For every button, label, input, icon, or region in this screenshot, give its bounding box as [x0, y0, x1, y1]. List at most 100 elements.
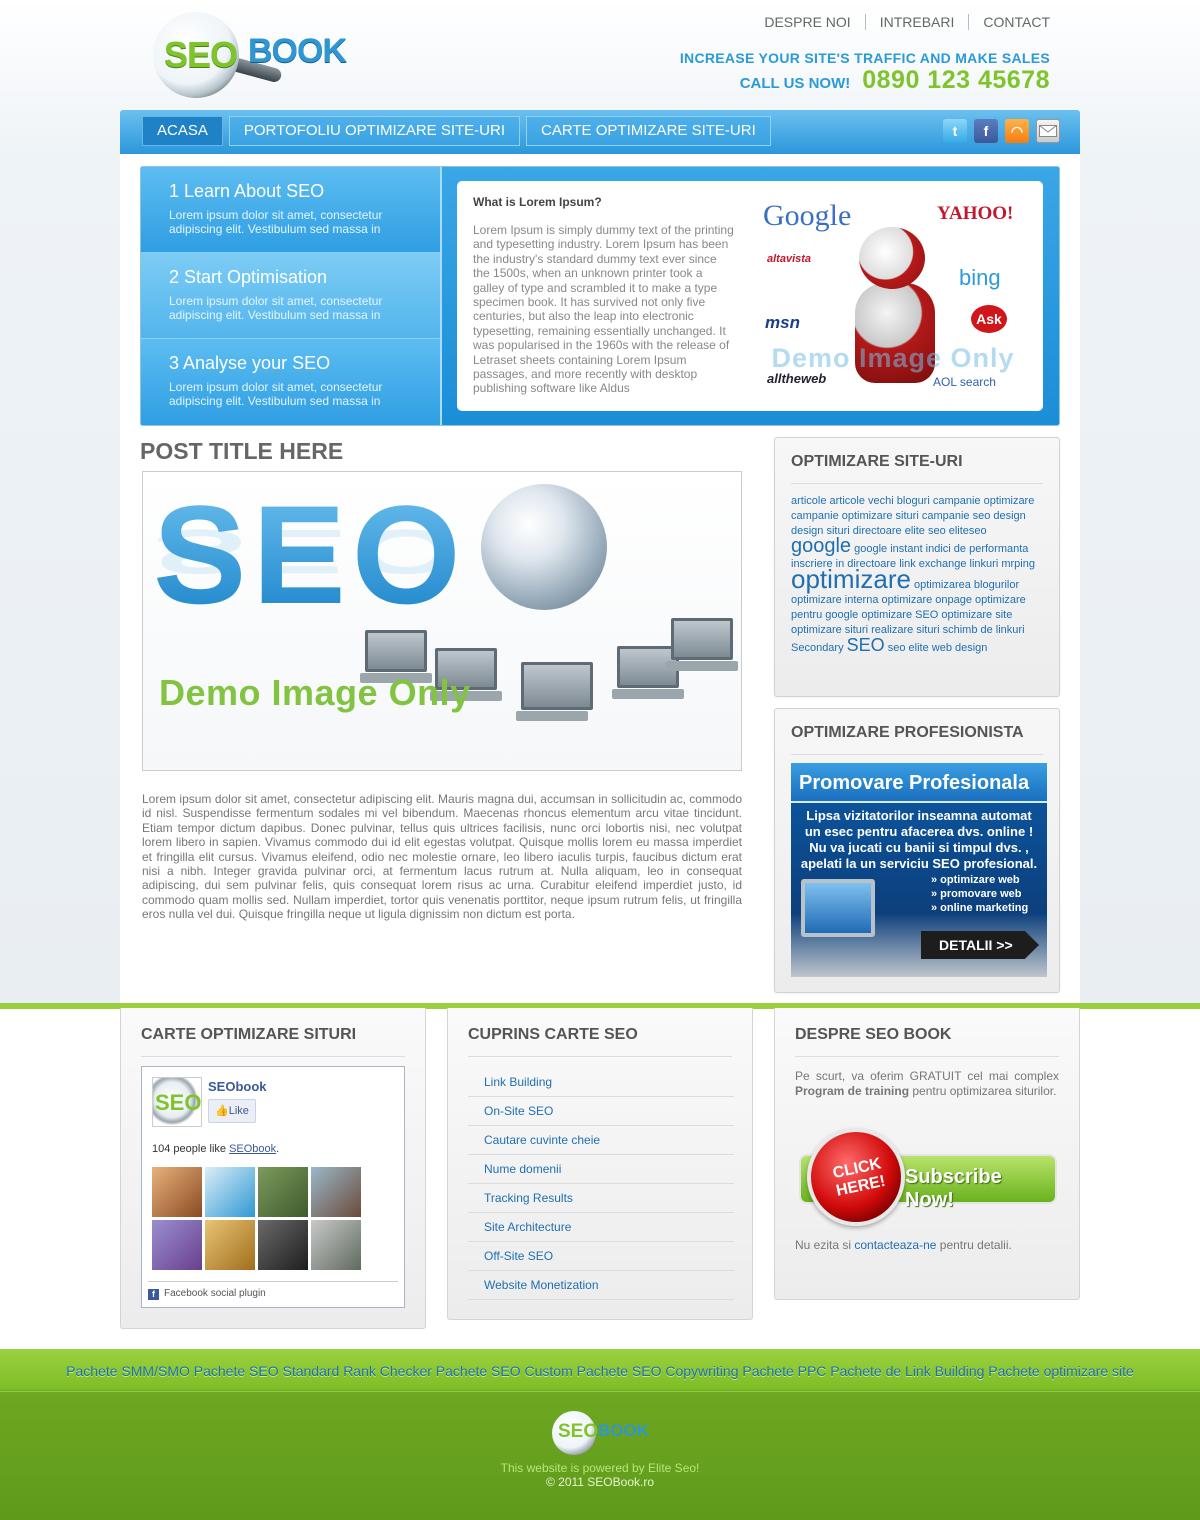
post-title[interactable]: POST TITLE HERE	[140, 438, 343, 465]
globe-icon	[481, 484, 607, 610]
step-text: Lorem ipsum dolor sit amet, consectetur …	[169, 294, 383, 322]
footer-line	[0, 1391, 1200, 1392]
footer-logo-book: BOOK	[598, 1421, 649, 1440]
toc-link[interactable]: Tracking Results	[468, 1184, 734, 1213]
fan-avatar[interactable]	[205, 1220, 255, 1270]
fb-plugin-label: Facebook social plugin	[164, 1288, 266, 1299]
footer-box-facebook: CARTE OPTIMIZARE SITURI SEO SEObook 👍Lik…	[120, 1008, 426, 1329]
main-panel: 1 Learn About SEO Lorem ipsum dolor sit …	[120, 154, 1080, 1008]
powered-by: This website is powered by Elite Seo!	[500, 1461, 700, 1475]
fan-avatar[interactable]	[311, 1220, 361, 1270]
demo-watermark: Demo Image Only	[159, 672, 471, 713]
toc-link[interactable]: On-Site SEO	[468, 1097, 734, 1126]
fan-avatar[interactable]	[258, 1220, 308, 1270]
tab-carte-optimizare[interactable]: CARTE OPTIMIZARE SITE-URI	[526, 116, 771, 146]
about-text-pre: Pe scurt, va oferim GRATUIT cel mai comp…	[795, 1069, 1059, 1083]
laptop-icon	[516, 662, 593, 721]
rss-icon[interactable]: ◠	[1005, 119, 1029, 143]
seo-big-text: SEO	[153, 474, 467, 636]
fan-avatar[interactable]	[205, 1167, 255, 1217]
laptop-icon	[360, 630, 432, 683]
twitter-icon[interactable]: t	[943, 119, 967, 143]
contact-note: Nu ezita si contacteaza-ne pentru detali…	[795, 1238, 1012, 1252]
tag-group[interactable]: articole articole vechi bloguri campanie…	[791, 495, 1034, 537]
footer-box-toc: CUPRINS CARTE SEO Link Building On-Site …	[447, 1008, 753, 1320]
promo-widget: OPTIMIZARE PROFESIONISTA Promovare Profe…	[774, 708, 1060, 993]
about-text: Pe scurt, va oferim GRATUIT cel mai comp…	[775, 1057, 1079, 1099]
slide-title: What is Lorem Ipsum?	[473, 195, 602, 209]
slide-text: Lorem Ipsum is simply dummy text of the …	[473, 223, 734, 396]
subscribe-button[interactable]: Subscribe Now! CLICK HERE!	[799, 1128, 1057, 1228]
toc-link[interactable]: Nume domenii	[468, 1155, 734, 1184]
facebook-icon: f	[148, 1289, 159, 1300]
promo-list: » optimizare web » promovare web » onlin…	[931, 873, 1028, 915]
promo-header: Promovare Profesionala	[791, 763, 1047, 803]
fan-avatar[interactable]	[152, 1167, 202, 1217]
footer-links[interactable]: Pachete SMM/SMO Pachete SEO Standard Ran…	[0, 1363, 1200, 1379]
top-nav-despre-noi[interactable]: DESPRE NOI	[750, 14, 864, 30]
contact-link[interactable]: contacteaza-ne	[854, 1238, 936, 1252]
logo-text-seo: SEO	[164, 34, 238, 75]
tag-optimizare[interactable]: optimizare	[791, 564, 911, 594]
widget-title: OPTIMIZARE SITE-URI	[791, 453, 1043, 484]
promo-banner[interactable]: Promovare Profesionala Lipsa vizitatoril…	[791, 763, 1047, 977]
promo-list-item: » optimizare web	[931, 874, 1020, 886]
fan-avatar[interactable]	[311, 1167, 361, 1217]
fb-page-link[interactable]: SEObook	[229, 1143, 276, 1155]
click-here-label: CLICK HERE!	[831, 1155, 887, 1200]
footer-box-title: CUPRINS CARTE SEO	[468, 1026, 732, 1057]
promo-text: Lipsa vizitatorilor inseamna automat un …	[800, 808, 1038, 871]
mail-icon[interactable]	[1036, 119, 1060, 143]
fb-page-logo[interactable]: SEO	[152, 1077, 202, 1127]
fb-like-label: Like	[228, 1105, 249, 1117]
tab-acasa[interactable]: ACASA	[142, 116, 223, 146]
top-nav-intrebari[interactable]: INTREBARI	[864, 14, 969, 30]
fan-avatar[interactable]	[258, 1167, 308, 1217]
slider-step-2[interactable]: 2 Start Optimisation Lorem ipsum dolor s…	[141, 253, 441, 339]
fb-page-name[interactable]: SEObook	[208, 1079, 267, 1094]
toc-link[interactable]: Cautare cuvinte cheie	[468, 1126, 734, 1155]
site-logo[interactable]: SEO BOOK	[150, 10, 355, 102]
fan-avatar[interactable]	[152, 1220, 202, 1270]
click-here-badge: CLICK HERE!	[807, 1128, 905, 1226]
top-nav: DESPRE NOI INTREBARI CONTACT	[750, 14, 1050, 30]
step-text: Lorem ipsum dolor sit amet, consectetur …	[169, 380, 383, 408]
toc-link[interactable]: Off-Site SEO	[468, 1242, 734, 1271]
promo-list-item: » online marketing	[931, 902, 1029, 914]
robot-head	[859, 227, 925, 289]
tag-seo[interactable]: SEO	[847, 635, 885, 655]
about-text-post: pentru optimizarea siturilor.	[912, 1084, 1057, 1098]
top-nav-contact[interactable]: CONTACT	[968, 14, 1050, 30]
slider-step-3[interactable]: 3 Analyse your SEO Lorem ipsum dolor sit…	[141, 339, 441, 425]
facebook-icon[interactable]: f	[974, 119, 998, 143]
subscribe-label: Subscribe Now!	[905, 1166, 1002, 1211]
copyright: © 2011 SEOBook.ro	[545, 1475, 654, 1489]
footer-credits: This website is powered by Elite Seo! © …	[0, 1461, 1200, 1489]
fb-logo-text: SEO	[155, 1090, 202, 1115]
fb-plugin-footer: f Facebook social plugin	[148, 1281, 398, 1300]
slider-step-1[interactable]: 1 Learn About SEO Lorem ipsum dolor sit …	[141, 167, 441, 253]
step-title: 1 Learn About SEO	[169, 181, 325, 201]
logo-altavista: altavista	[767, 253, 812, 265]
fb-like-button[interactable]: 👍Like	[208, 1099, 256, 1123]
tag-cloud[interactable]: articole articole vechi bloguri campanie…	[775, 484, 1059, 656]
toc-link[interactable]: Link Building	[468, 1068, 734, 1097]
contact-pre: Nu ezita si	[795, 1238, 852, 1252]
details-button[interactable]: DETALII >>	[921, 931, 1039, 959]
tab-portofoliu[interactable]: PORTOFOLIU OPTIMIZARE SITE-URI	[228, 116, 520, 146]
contact-post: pentru detalii.	[939, 1238, 1012, 1252]
widget-title: OPTIMIZARE PROFESIONISTA	[791, 724, 1043, 755]
footer-logo[interactable]: SEO BOOK	[552, 1409, 652, 1459]
facebook-like-box: SEO SEObook 👍Like 104 people like SEOboo…	[141, 1066, 405, 1308]
logo-text-book: BOOK	[248, 32, 347, 70]
toc-link[interactable]: Website Monetization	[468, 1271, 734, 1300]
toc-link[interactable]: Site Architecture	[468, 1213, 734, 1242]
step-title: 2 Start Optimisation	[169, 267, 328, 287]
footer-logo-seo: SEO	[558, 1421, 599, 1442]
main-nav: ACASA PORTOFOLIU OPTIMIZARE SITE-URI CAR…	[120, 110, 1080, 154]
search-engines-image: Google YAHOO! altavista bing msn Ask all…	[753, 191, 1033, 401]
tag-secondary[interactable]: Secondary	[791, 642, 844, 654]
tag-group[interactable]: seo elite web design	[888, 642, 988, 654]
tag-google[interactable]: google	[791, 535, 851, 557]
step-text: Lorem ipsum dolor sit amet, consectetur …	[169, 208, 383, 236]
